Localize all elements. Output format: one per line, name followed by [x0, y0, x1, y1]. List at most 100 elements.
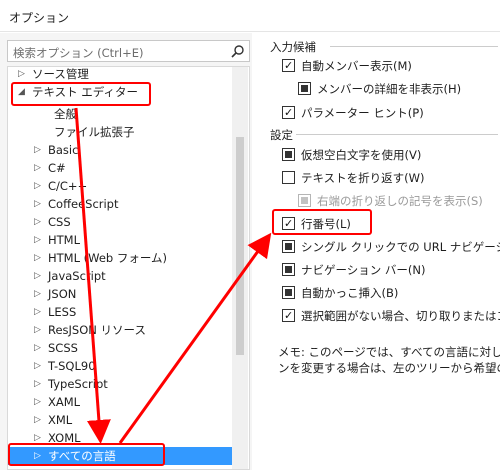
tree-item-label: TypeScript [48, 377, 108, 391]
tree-item[interactable]: ◢ テキスト エディター [8, 83, 236, 101]
tree-item-label: XML [48, 413, 73, 427]
tree-item-label: CoffeeScript [48, 197, 119, 211]
auto-brace-checkbox[interactable] [282, 286, 295, 299]
auto-list-members-label: 自動メンバー表示(M) [301, 59, 412, 73]
tree-item[interactable]: ▷ XAML [8, 393, 236, 411]
search-placeholder: 検索オプション (Ctrl+E) [13, 46, 144, 60]
collapsed-arrow-icon[interactable]: ▷ [34, 393, 41, 411]
expanded-arrow-icon[interactable]: ◢ [18, 83, 25, 101]
copy-cut-no-selection-label: 選択範囲がない場合、切り取りまたはコピー [301, 309, 500, 323]
parameter-info-label: パラメーター ヒント(P) [301, 106, 424, 120]
tree-item[interactable]: ▷ Basic [8, 141, 236, 159]
collapsed-arrow-icon[interactable]: ▷ [34, 213, 41, 231]
auto-list-members-checkbox[interactable] [282, 57, 295, 75]
tree-item[interactable]: ▷ LESS [8, 303, 236, 321]
copy-cut-no-selection-checkbox[interactable] [282, 307, 295, 325]
tree-item[interactable]: ▷ T-SQL90 [8, 357, 236, 375]
collapsed-arrow-icon[interactable]: ▷ [34, 429, 41, 447]
navigation-bar-checkbox[interactable] [282, 263, 295, 276]
collapsed-arrow-icon[interactable]: ▷ [34, 231, 41, 249]
section-divider [330, 46, 498, 47]
settings-panel: 入力候補 自動メンバー表示(M) メンバーの詳細を非表示(H) パラメーター ヒ… [262, 33, 500, 470]
show-wrap-glyphs-checkbox[interactable] [298, 194, 311, 207]
tree-item-label: ソース管理 [32, 67, 89, 81]
section-heading-intellisense: 入力候補 [270, 40, 316, 54]
auto-brace-label: 自動かっこ挿入(B) [301, 286, 399, 300]
parameter-info-checkbox[interactable] [282, 104, 295, 122]
single-click-url-label: シングル クリックでの URL ナビゲーションを有効 [301, 240, 500, 254]
tree-item[interactable]: ▷ HTML [8, 231, 236, 249]
collapsed-arrow-icon[interactable]: ▷ [34, 177, 41, 195]
tree-item-label: HTML [48, 233, 81, 247]
virtual-space-checkbox[interactable] [282, 148, 295, 161]
section-divider [296, 134, 498, 135]
collapsed-arrow-icon[interactable]: ▷ [34, 321, 41, 339]
tree-item[interactable]: ▷ XML [8, 411, 236, 429]
collapsed-arrow-icon[interactable]: ▷ [34, 249, 41, 267]
tree-item[interactable]: ▷ ソース管理 [8, 67, 236, 83]
search-input[interactable]: 検索オプション (Ctrl+E) [7, 40, 250, 62]
options-tree[interactable]: ▷ ソース管理 ◢ テキスト エディター全般ファイル拡張子 ▷ Basic ▷ C# ▷ C/C+… [7, 66, 250, 470]
collapsed-arrow-icon[interactable]: ▷ [18, 67, 25, 83]
collapsed-arrow-icon[interactable]: ▷ [34, 267, 41, 285]
section-heading-settings: 設定 [270, 128, 293, 142]
tree-item[interactable]: ▷ ResJSON リソース [8, 321, 236, 339]
collapsed-arrow-icon[interactable]: ▷ [34, 303, 41, 321]
collapsed-arrow-icon[interactable]: ▷ [34, 285, 41, 303]
tree-item-label: Basic [48, 143, 79, 157]
tree-item[interactable]: ▷ C/C++ [8, 177, 236, 195]
tree-item[interactable]: 全般 [8, 105, 236, 123]
tree-scrollbar[interactable] [232, 67, 248, 469]
tree-item[interactable]: ▷ すべての言語 [8, 447, 236, 465]
options-navigation-panel: 検索オプション (Ctrl+E) ▷ ソース管理 ◢ テキスト エディター全般ファイル… [0, 33, 252, 470]
title-bar: オプション [0, 0, 500, 32]
tree-item-label: C# [48, 161, 66, 175]
note-line-2: ンを変更する場合は、左のツリーから希望の言語 [278, 361, 500, 375]
tree-item[interactable]: ▷ C# [8, 159, 236, 177]
tree-item-label: ファイル拡張子 [54, 125, 135, 139]
word-wrap-label: テキストを折り返す(W) [301, 171, 425, 185]
collapsed-arrow-icon[interactable]: ▷ [34, 339, 41, 357]
tree-item[interactable]: ▷ CSS [8, 213, 236, 231]
tree-item-label: 全般 [54, 107, 77, 121]
tree-item-label: JSON [48, 287, 77, 301]
tree-item-label: XOML [48, 431, 81, 445]
settings-note: メモ: このページでは、すべての言語に対してオプシ ンを変更する場合は、左のツリ… [278, 344, 500, 376]
line-numbers-checkbox[interactable] [282, 215, 295, 233]
tree-item-label: HTML (Web フォーム) [48, 251, 168, 265]
collapsed-arrow-icon[interactable]: ▷ [34, 411, 41, 429]
note-line-1: メモ: このページでは、すべての言語に対してオプシ [278, 345, 500, 359]
tree-item[interactable]: ▷ JSON [8, 285, 236, 303]
search-icon[interactable] [230, 44, 245, 59]
hide-advanced-members-label: メンバーの詳細を非表示(H) [317, 82, 462, 96]
tree-item[interactable]: ▷ CoffeeScript [8, 195, 236, 213]
collapsed-arrow-icon[interactable]: ▷ [34, 447, 41, 465]
collapsed-arrow-icon[interactable]: ▷ [34, 195, 41, 213]
tree-item-label: CSS [48, 215, 71, 229]
hide-advanced-members-checkbox[interactable] [298, 82, 311, 95]
word-wrap-checkbox[interactable] [282, 171, 295, 184]
tree-item-label: すべての言語 [48, 449, 116, 463]
tree-item-label: ResJSON リソース [48, 323, 146, 337]
collapsed-arrow-icon[interactable]: ▷ [34, 375, 41, 393]
navigation-bar-label: ナビゲーション バー(N) [301, 263, 426, 277]
tree-item-label: T-SQL90 [48, 359, 96, 373]
tree-item-label: テキスト エディター [32, 85, 139, 99]
tree-item[interactable]: ファイル拡張子 [8, 123, 236, 141]
single-click-url-checkbox[interactable] [282, 240, 295, 253]
tree-item-label: SCSS [48, 341, 78, 355]
tree-item-label: JavaScript [48, 269, 106, 283]
collapsed-arrow-icon[interactable]: ▷ [34, 141, 41, 159]
virtual-space-label: 仮想空白文字を使用(V) [301, 148, 422, 162]
tree-item[interactable]: ▷ XOML [8, 429, 236, 447]
collapsed-arrow-icon[interactable]: ▷ [34, 159, 41, 177]
tree-item[interactable]: ▷ HTML (Web フォーム) [8, 249, 236, 267]
scrollbar-thumb[interactable] [236, 137, 244, 355]
tree-item-label: LESS [48, 305, 77, 319]
tree-item[interactable]: ▷ TypeScript [8, 375, 236, 393]
tree-item[interactable]: ▷ SCSS [8, 339, 236, 357]
collapsed-arrow-icon[interactable]: ▷ [34, 357, 41, 375]
line-numbers-label: 行番号(L) [301, 217, 351, 231]
tree-item[interactable]: ▷ JavaScript [8, 267, 236, 285]
show-wrap-glyphs-label: 右端の折り返しの記号を表示(S) [317, 194, 483, 208]
